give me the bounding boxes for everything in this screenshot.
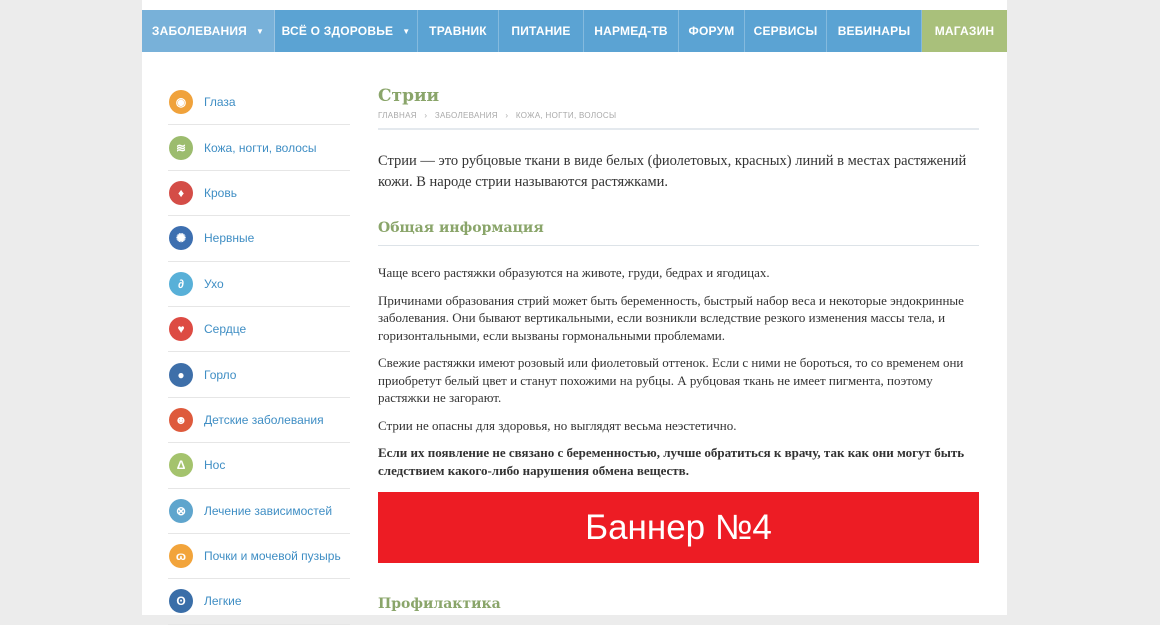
main-nav: ЗАБОЛЕВАНИЯ ▼ ВСЁ О ЗДОРОВЬЕ ▼ ТРАВНИК П…: [142, 10, 1007, 52]
lungs-icon: ʘ: [169, 589, 193, 614]
kidneys-icon: ɷ: [169, 544, 193, 569]
nav-herbalist[interactable]: ТРАВНИК: [418, 10, 499, 52]
sidebar-item-label: Глаза: [204, 95, 236, 110]
nav-label: ФОРУМ: [688, 24, 735, 38]
nav-label: ВЕБИНАРЫ: [837, 24, 911, 38]
nav-forum[interactable]: ФОРУМ: [679, 10, 745, 52]
nav-label: ТРАВНИК: [429, 24, 487, 38]
sidebar-item-label: Детские заболевания: [204, 412, 324, 427]
sidebar-item-skin-nails-hair[interactable]: ≋ Кожа, ногти, волосы: [168, 125, 350, 171]
chevron-down-icon: ▼: [256, 26, 265, 36]
sidebar-item-addiction[interactable]: ⊗ Лечение зависимостей: [168, 489, 350, 534]
sidebar-item-label: Горло: [204, 367, 237, 382]
lead-paragraph: Стрии — это рубцовые ткани в виде белых …: [378, 153, 967, 190]
breadcrumb-home[interactable]: ГЛАВНАЯ: [378, 111, 417, 120]
sidebar-item-nose[interactable]: Δ Нос: [168, 443, 350, 489]
sidebar-item-label: Кожа, ногти, волосы: [204, 140, 317, 155]
warning-paragraph: Если их появление не связано с беременно…: [378, 445, 965, 478]
sidebar-item-eyes[interactable]: ◉ Глаза: [168, 80, 350, 126]
sidebar-item-label: Кровь: [204, 185, 237, 200]
sidebar-item-label: Почки и мочевой пузырь: [204, 549, 341, 564]
sidebar-item-heart[interactable]: ♥ Сердце: [168, 307, 350, 353]
nav-label: ПИТАНИЕ: [511, 24, 571, 38]
nav-shop[interactable]: МАГАЗИН: [922, 10, 1007, 52]
nav-label: ЗАБОЛЕВАНИЯ: [151, 24, 247, 38]
breadcrumb-separator: ›: [505, 111, 509, 120]
breadcrumb-separator: ›: [424, 111, 428, 120]
nav-services[interactable]: СЕРВИСЫ: [745, 10, 827, 52]
nav-narmed-tv[interactable]: НАРМЕД-ТВ: [584, 10, 679, 52]
sidebar-item-label: Лечение зависимостей: [204, 503, 333, 518]
section-heading-prevention: Профилактика: [378, 596, 501, 612]
chevron-down-icon: ▼: [402, 26, 411, 36]
paragraph: Стрии не опасны для здоровья, но выглядя…: [378, 417, 737, 433]
sidebar-item-lungs[interactable]: ʘ Легкие: [168, 579, 350, 625]
sidebar-item-label: Нос: [204, 458, 226, 473]
sidebar-item-kidneys[interactable]: ɷ Почки и мочевой пузырь: [168, 534, 350, 580]
sidebar-item-label: Ухо: [204, 276, 224, 291]
hair-icon: ≋: [169, 135, 193, 160]
sidebar-item-ear[interactable]: ∂ Ухо: [168, 262, 350, 307]
page-title: Стрии: [378, 86, 440, 106]
nav-label: НАРМЕД-ТВ: [594, 24, 668, 38]
category-sidebar: ◉ Глаза ≋ Кожа, ногти, волосы ♦ Кровь ✺ …: [168, 80, 350, 625]
breadcrumb-skin[interactable]: КОЖА, НОГТИ, ВОЛОСЫ: [516, 111, 616, 120]
child-icon: ☻: [169, 407, 193, 432]
nav-label: ВСЁ О ЗДОРОВЬЕ: [281, 24, 394, 38]
blood-drops-icon: ♦: [169, 180, 193, 205]
section-divider: [378, 245, 979, 246]
sidebar-item-nervous[interactable]: ✺ Нервные: [168, 216, 350, 262]
nav-webinars[interactable]: ВЕБИНАРЫ: [827, 10, 922, 52]
breadcrumb: ГЛАВНАЯ › ЗАБОЛЕВАНИЯ › КОЖА, НОГТИ, ВОЛ…: [378, 111, 979, 120]
sidebar-item-childrens[interactable]: ☻ Детские заболевания: [168, 398, 350, 444]
eye-icon: ◉: [169, 90, 193, 115]
breadcrumb-diseases[interactable]: ЗАБОЛЕВАНИЯ: [435, 111, 498, 120]
neuron-icon: ✺: [169, 226, 193, 251]
ear-icon: ∂: [169, 271, 193, 296]
sidebar-item-blood[interactable]: ♦ Кровь: [168, 171, 350, 217]
sidebar-item-label: Легкие: [204, 594, 242, 609]
nose-icon: Δ: [169, 453, 193, 478]
article: Стрии ГЛАВНАЯ › ЗАБОЛЕВАНИЯ › КОЖА, НОГТ…: [378, 80, 979, 479]
nav-label: МАГАЗИН: [934, 24, 995, 38]
sidebar-item-label: Сердце: [204, 322, 247, 337]
paragraph: Причинами образования стрий может быть б…: [378, 292, 964, 343]
nav-label: СЕРВИСЫ: [753, 24, 818, 38]
paragraph: Свежие растяжки имеют розовый или фиолет…: [378, 355, 964, 405]
sidebar-item-label: Нервные: [204, 231, 255, 246]
throat-icon: ●: [169, 362, 193, 387]
title-divider: [378, 128, 979, 130]
ad-banner[interactable]: Баннер №4: [378, 492, 979, 563]
nav-all-about-health[interactable]: ВСЁ О ЗДОРОВЬЕ ▼: [275, 10, 418, 52]
page: ЗАБОЛЕВАНИЯ ▼ ВСЁ О ЗДОРОВЬЕ ▼ ТРАВНИК П…: [142, 0, 1007, 625]
addiction-icon: ⊗: [169, 498, 193, 523]
sidebar-item-throat[interactable]: ● Горло: [168, 352, 350, 398]
heart-icon: ♥: [169, 317, 193, 342]
nav-diseases[interactable]: ЗАБОЛЕВАНИЯ ▼: [142, 10, 275, 52]
section-heading-general: Общая информация: [378, 220, 544, 236]
paragraph: Чаще всего растяжки образуются на животе…: [378, 265, 770, 280]
nav-nutrition[interactable]: ПИТАНИЕ: [499, 10, 584, 52]
